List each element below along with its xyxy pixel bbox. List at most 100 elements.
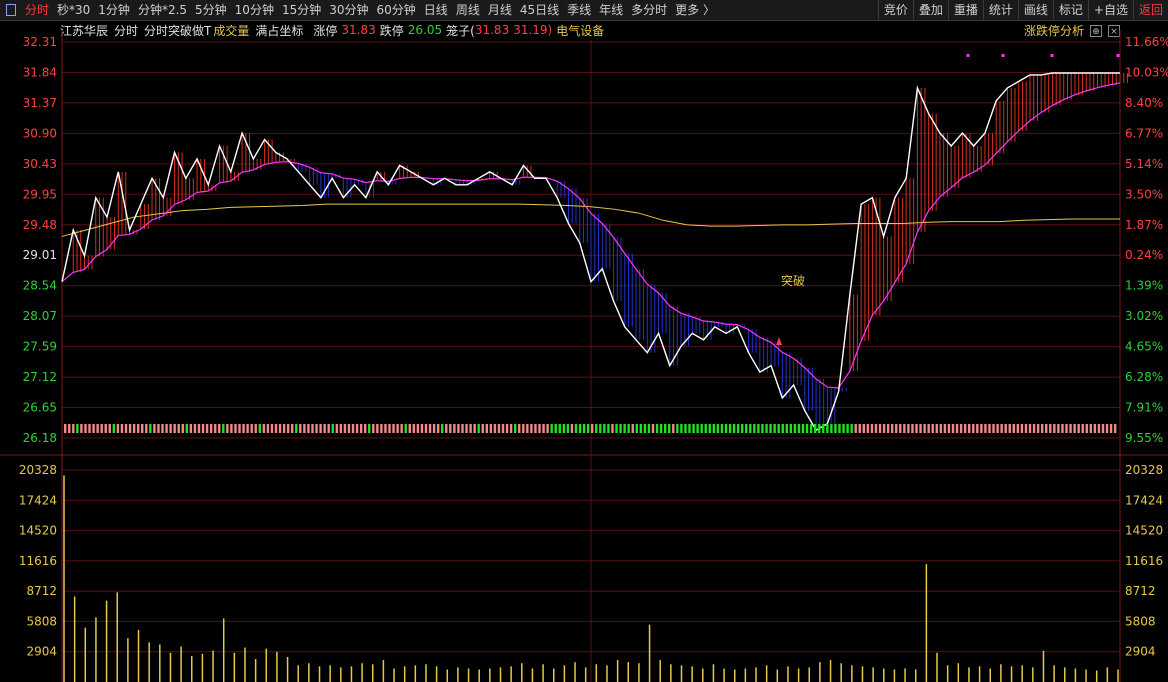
- limit-dot: [1050, 54, 1054, 57]
- order-flow-bar: [205, 424, 209, 433]
- order-flow-bar: [1065, 424, 1068, 433]
- order-flow-bar: [522, 424, 525, 433]
- order-flow-bar: [647, 424, 651, 433]
- order-flow-bar: [1109, 424, 1113, 433]
- volume-tick-label: 20328: [1125, 463, 1163, 477]
- order-flow-bar: [465, 424, 468, 433]
- order-flow-bar: [222, 424, 225, 433]
- order-flow-bar: [972, 424, 975, 433]
- order-flow-bar: [696, 424, 699, 433]
- order-flow-bar: [1081, 424, 1084, 433]
- order-flow-bar: [1008, 424, 1011, 433]
- order-flow-bar: [189, 424, 193, 433]
- order-flow-bar: [165, 424, 168, 433]
- order-flow-bar: [481, 424, 484, 433]
- order-flow-bar: [850, 424, 853, 433]
- volume-tick-label: 5808: [1125, 614, 1156, 628]
- order-flow-bar: [1028, 424, 1032, 433]
- order-flow-bar: [136, 424, 140, 433]
- order-flow-bar: [899, 424, 902, 433]
- order-flow-bar: [639, 424, 643, 433]
- order-flow-bar: [282, 424, 286, 433]
- order-flow-bar: [911, 424, 914, 433]
- order-flow-bar: [586, 424, 590, 433]
- limit-dot: [1001, 54, 1005, 57]
- order-flow-bar: [732, 424, 736, 433]
- percent-tick-label: 7.91%: [1125, 401, 1163, 415]
- order-flow-bar: [781, 424, 784, 433]
- order-flow-bar: [234, 424, 237, 433]
- order-flow-bar: [250, 424, 253, 433]
- order-flow-bar: [680, 424, 683, 433]
- order-flow-bar: [595, 424, 598, 433]
- order-flow-bar: [882, 424, 886, 433]
- order-flow-bar: [258, 424, 261, 433]
- order-flow-bar: [919, 424, 922, 433]
- order-flow-bar: [412, 424, 416, 433]
- order-flow-bar: [968, 424, 971, 433]
- price-tick-label: 29.95: [23, 187, 57, 201]
- order-flow-bar: [416, 424, 420, 433]
- order-flow-bar: [700, 424, 703, 433]
- order-flow-bar: [307, 424, 310, 433]
- order-flow-bar: [323, 424, 326, 433]
- order-flow-bar: [120, 424, 124, 433]
- percent-tick-label: 10.03%: [1125, 65, 1168, 79]
- order-flow-bar: [704, 424, 707, 433]
- order-flow-bar: [88, 424, 91, 433]
- order-flow-bar: [1040, 424, 1044, 433]
- order-flow-bar: [145, 424, 148, 433]
- order-flow-bar: [724, 424, 728, 433]
- order-flow-bar: [489, 424, 493, 433]
- order-flow-bar: [351, 424, 355, 433]
- order-flow-bar: [927, 424, 930, 433]
- order-flow-bar: [903, 424, 906, 433]
- order-flow-bar: [262, 424, 266, 433]
- order-flow-bar: [886, 424, 890, 433]
- order-flow-bar: [1000, 424, 1003, 433]
- order-flow-bar: [132, 424, 136, 433]
- order-flow-bar: [578, 424, 582, 433]
- order-flow-bar: [1004, 424, 1007, 433]
- order-flow-bar: [441, 424, 444, 433]
- volume-tick-label: 2904: [1125, 645, 1156, 659]
- order-flow-bar: [895, 424, 898, 433]
- order-flow-bar: [493, 424, 497, 433]
- order-flow-bar: [266, 424, 270, 433]
- order-flow-bar: [518, 424, 521, 433]
- order-flow-bar: [343, 424, 347, 433]
- order-flow-bar: [372, 424, 375, 433]
- order-flow-bar: [1077, 424, 1080, 433]
- order-flow-bar: [242, 424, 245, 433]
- order-flow-bar: [1089, 424, 1093, 433]
- order-flow-bar: [947, 424, 951, 433]
- order-flow-bar: [1069, 424, 1072, 433]
- order-flow-bar: [822, 424, 825, 433]
- order-flow-bar: [603, 424, 606, 433]
- order-flow-bar: [157, 424, 160, 433]
- order-flow-bar: [291, 424, 294, 433]
- order-flow-bar: [270, 424, 274, 433]
- order-flow-bar: [1032, 424, 1036, 433]
- order-flow-bar: [404, 424, 407, 433]
- order-flow-bar: [591, 424, 594, 433]
- order-flow-bar: [1113, 424, 1117, 433]
- order-flow-bar: [299, 424, 302, 433]
- order-flow-bar: [809, 424, 813, 433]
- order-flow-bar: [96, 424, 99, 433]
- order-flow-bar: [319, 424, 322, 433]
- order-flow-bar: [274, 424, 278, 433]
- order-flow-bar: [513, 424, 517, 433]
- order-flow-bar: [445, 424, 448, 433]
- order-flow-bar: [153, 424, 156, 433]
- intraday-chart[interactable]: 32.31 11.66% 31.84 10.03% 31.37 8.40% 30.90 6.7…: [0, 0, 1168, 682]
- order-flow-bar: [100, 424, 103, 433]
- order-flow-bar: [76, 424, 79, 433]
- order-flow-bar: [651, 424, 655, 433]
- order-flow-bar: [355, 424, 359, 433]
- order-flow-bar: [339, 424, 343, 433]
- order-flow-bar: [659, 424, 663, 433]
- order-flow-bar: [939, 424, 943, 433]
- order-flow-bar: [238, 424, 241, 433]
- order-flow-bar: [420, 424, 424, 433]
